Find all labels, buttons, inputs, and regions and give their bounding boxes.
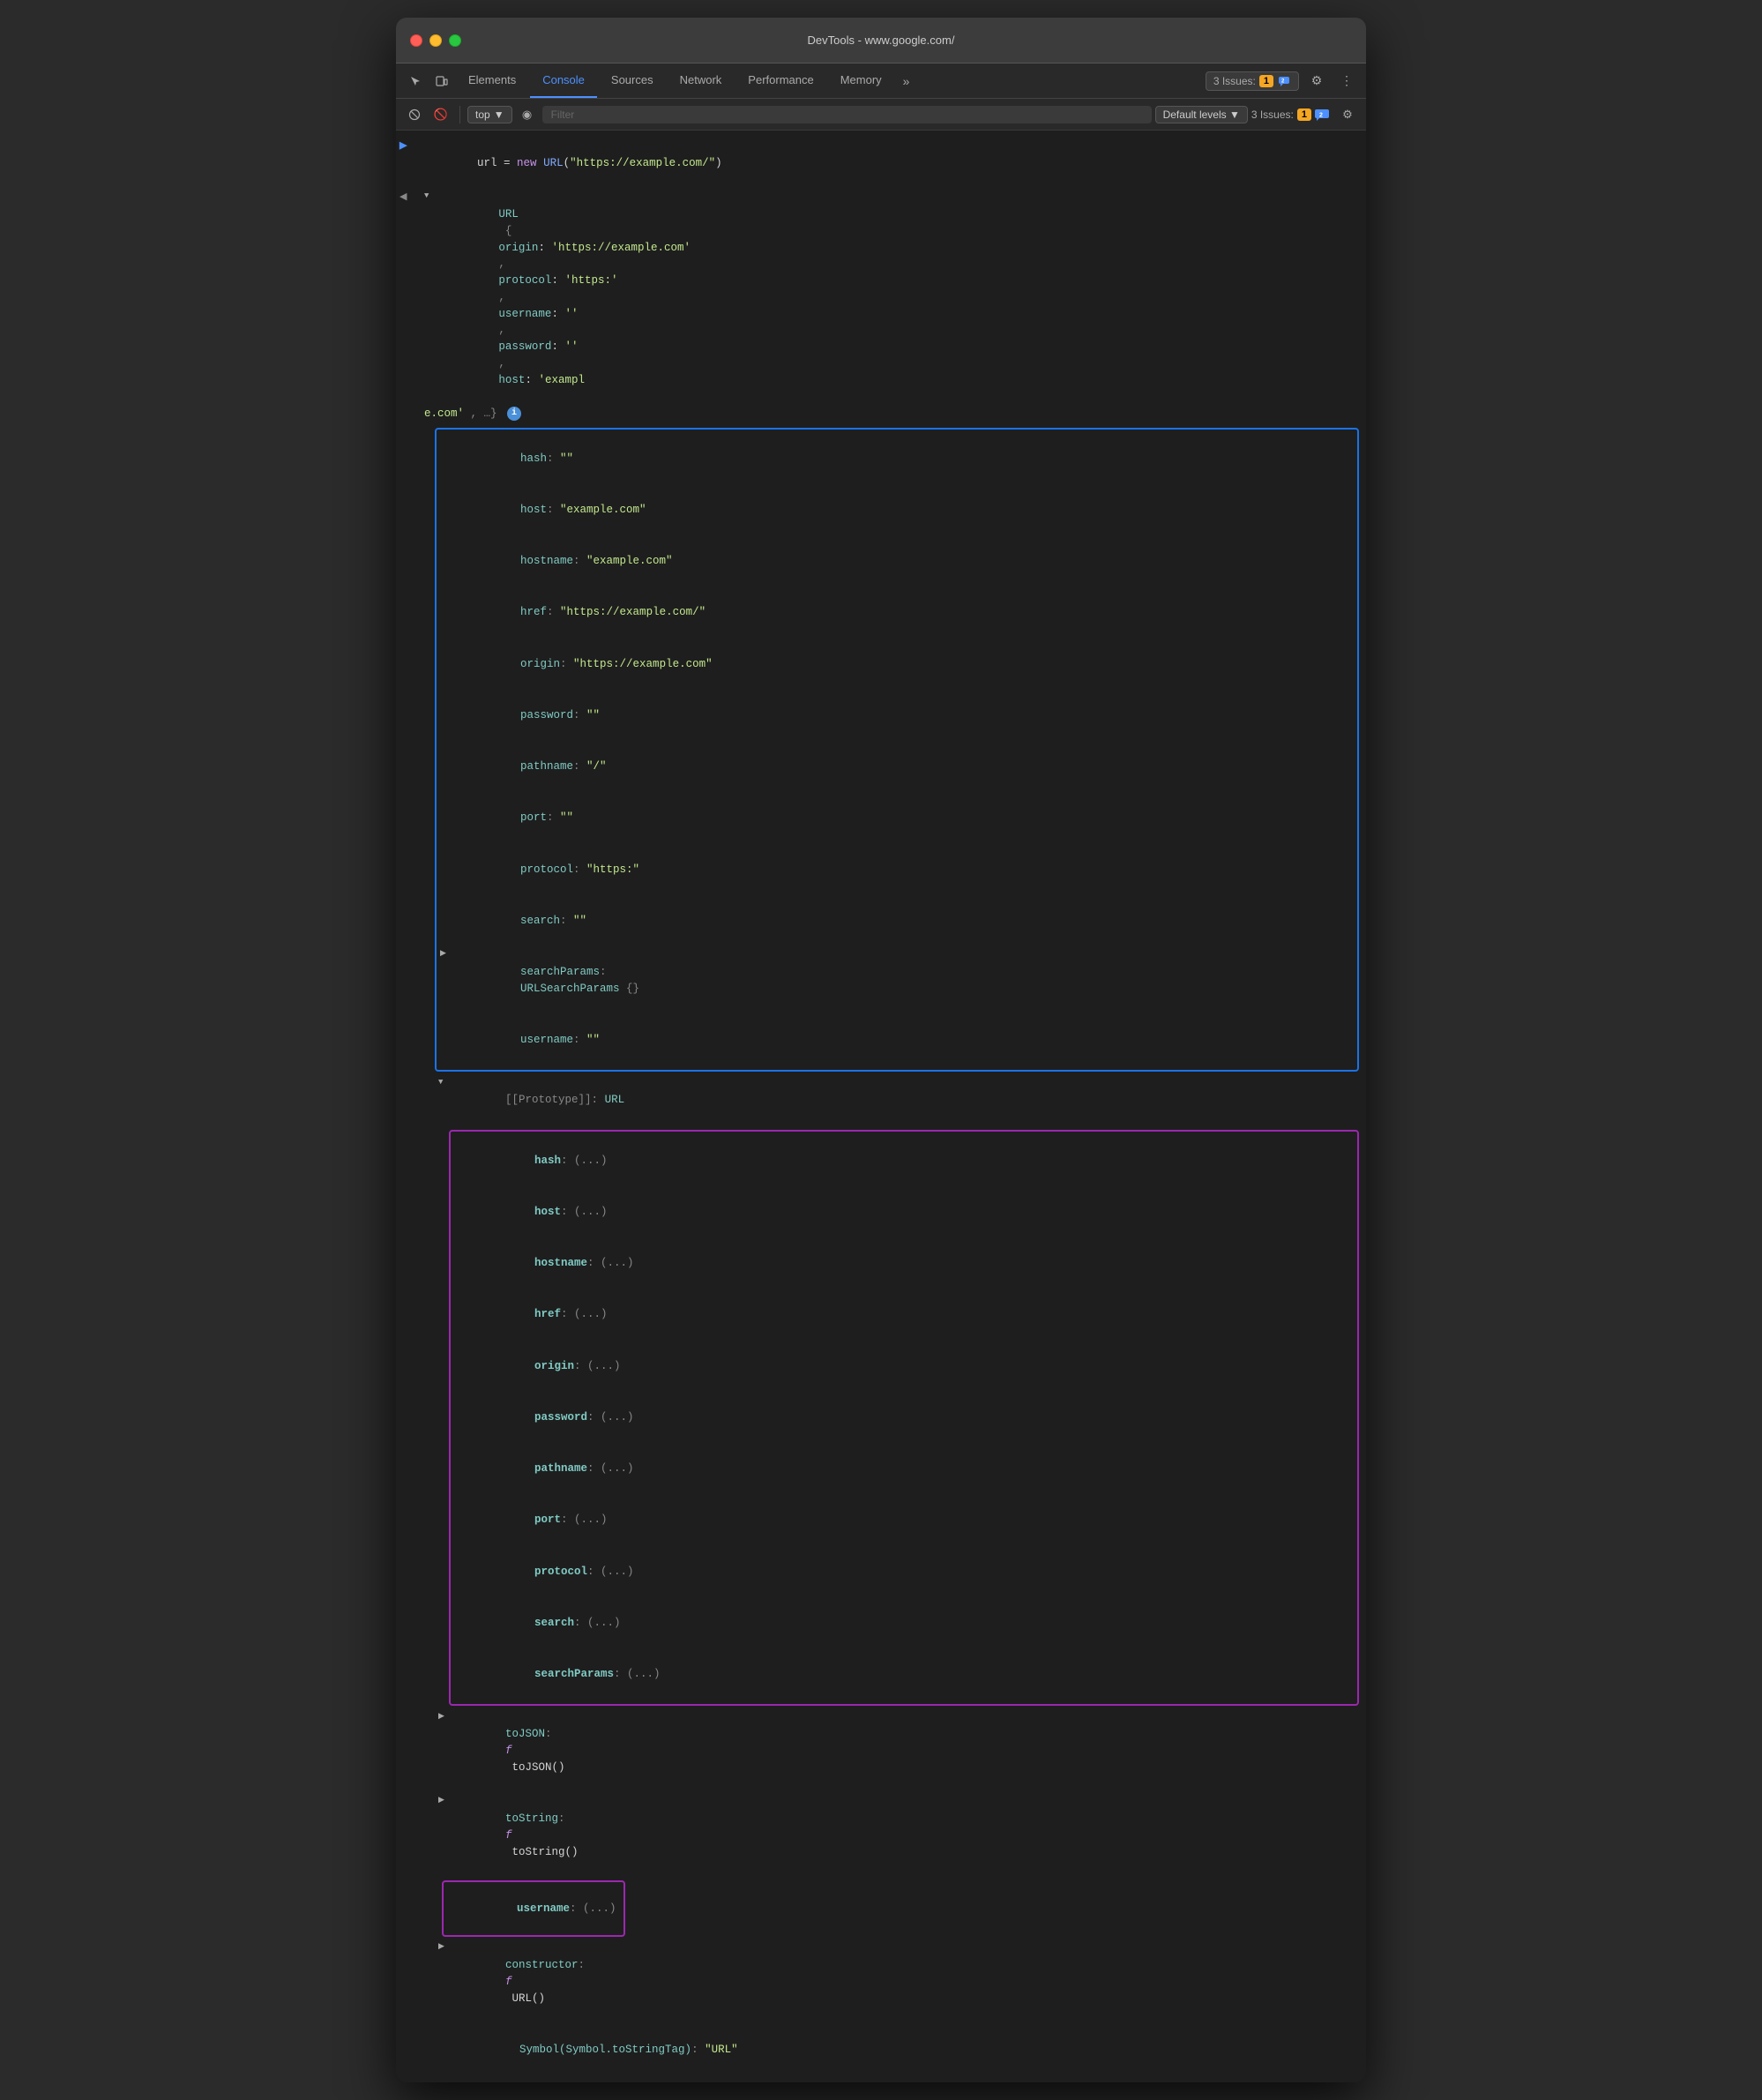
proto-search: search: (...) [451, 1597, 1357, 1648]
tab-console[interactable]: Console [530, 64, 597, 98]
console-area[interactable]: ▶ url = new URL("https://example.com/") … [396, 131, 1366, 2082]
proto-hash: hash: (...) [451, 1135, 1357, 1186]
constructor-line: ▶ constructor: f URL() [396, 1939, 1366, 2024]
console-toolbar: 🚫 top ▼ ◉ Default levels ▼ 3 Issues: 1 2… [396, 99, 1366, 131]
device-mode-icon[interactable] [429, 69, 454, 93]
clear-console-button[interactable] [403, 103, 426, 126]
prop-hash-text: hash: "" [454, 434, 1350, 483]
url-object-toggle[interactable]: ▼ [424, 191, 429, 200]
prototype-properties-box: hash: (...) host: (...) hostname: (...) [449, 1130, 1359, 1706]
prop-protocol: protocol: "https:" [437, 844, 1357, 895]
prop-username-instance: username: "" [437, 1014, 1357, 1065]
line-arrow-left: ◀ [399, 190, 424, 203]
issues-count: 3 Issues: 1 2 [1251, 108, 1333, 121]
username-proto-box: username: (...) [442, 1880, 625, 1937]
minimize-button[interactable] [429, 34, 442, 47]
tab-memory[interactable]: Memory [828, 64, 894, 98]
tojson-toggle[interactable]: ▶ [438, 1710, 452, 1721]
prop-port: port: "" [437, 793, 1357, 844]
block-requests-button[interactable]: 🚫 [429, 103, 452, 126]
window-title: DevTools - www.google.com/ [808, 34, 955, 47]
proto-hostname: hostname: (...) [451, 1237, 1357, 1289]
prop-pathname: pathname: "/" [437, 741, 1357, 792]
live-expression-button[interactable]: ◉ [516, 103, 539, 126]
instance-properties-box: hash: "" host: "example.com" hostname: "… [435, 428, 1359, 1072]
prop-hash: hash: "" [437, 433, 1357, 484]
tostring-line: ▶ toString: f toString() [396, 1793, 1366, 1878]
devtools-window: DevTools - www.google.com/ Elements Cons… [396, 18, 1366, 2082]
svg-text:2: 2 [1319, 112, 1323, 118]
info-icon[interactable]: i [507, 407, 521, 421]
tojson-line: ▶ toJSON: f toJSON() [396, 1709, 1366, 1794]
console-input-code: url = new URL("https://example.com/") [424, 138, 1359, 188]
chat-icon: 2 [1277, 74, 1291, 88]
url-object-summary: URL { origin: 'https://example.com' , pr… [432, 190, 1359, 405]
settings-icon[interactable]: ⚙ [1304, 69, 1329, 93]
proto-port: port: (...) [451, 1495, 1357, 1546]
prop-host: host: "example.com" [437, 484, 1357, 535]
proto-searchparams: searchParams: (...) [451, 1648, 1357, 1700]
tab-elements[interactable]: Elements [456, 64, 528, 98]
issues-chat-badge: 2 [1315, 108, 1333, 121]
tab-right-icons: 3 Issues: 1 2 ⚙ ⋮ [1206, 69, 1359, 93]
titlebar: DevTools - www.google.com/ [396, 18, 1366, 64]
prop-hostname: hostname: "example.com" [437, 535, 1357, 587]
searchparams-toggle[interactable]: ▶ [440, 947, 454, 958]
traffic-lights [410, 34, 461, 47]
prototype-line: ▼ [[Prototype]]: URL [396, 1075, 1366, 1126]
filter-input[interactable] [542, 106, 1152, 123]
issues-yellow-count: 1 [1297, 108, 1311, 121]
url-object-line2: e.com' , …} i [396, 406, 1366, 424]
username-proto-container: username: (...) [396, 1880, 1366, 1937]
proto-href: href: (...) [451, 1289, 1357, 1341]
constructor-toggle[interactable]: ▶ [438, 1940, 452, 1951]
url-object-line: ◀ ▼ URL { origin: 'https://example.com' … [396, 189, 1366, 406]
proto-password: password: (...) [451, 1392, 1357, 1443]
console-settings-button[interactable]: ⚙ [1336, 103, 1359, 126]
tab-network[interactable]: Network [668, 64, 735, 98]
prop-password: password: "" [437, 690, 1357, 741]
proto-protocol: protocol: (...) [451, 1546, 1357, 1597]
inspect-icon[interactable] [403, 69, 428, 93]
proto-host: host: (...) [451, 1186, 1357, 1237]
more-options-icon[interactable]: ⋮ [1334, 69, 1359, 93]
more-tabs-button[interactable]: » [896, 74, 917, 88]
close-button[interactable] [410, 34, 422, 47]
toolbar-separator-1 [459, 106, 460, 123]
context-dropdown[interactable]: top ▼ [467, 106, 512, 123]
issues-yellow-badge: 1 [1259, 75, 1273, 87]
proto-pathname: pathname: (...) [451, 1443, 1357, 1494]
tostring-toggle[interactable]: ▶ [438, 1794, 452, 1805]
issues-button[interactable]: 3 Issues: 1 2 [1206, 71, 1299, 91]
tab-performance[interactable]: Performance [735, 64, 825, 98]
prop-href: href: "https://example.com/" [437, 587, 1357, 639]
line-prompt: ▶ [399, 138, 424, 152]
prototype-toggle[interactable]: ▼ [438, 1076, 452, 1087]
symbol-line: Symbol(Symbol.toStringTag): "URL" [396, 2024, 1366, 2075]
dropdown-arrow: ▼ [494, 108, 504, 121]
console-input-line: ▶ url = new URL("https://example.com/") [396, 138, 1366, 189]
prop-searchparams: ▶ searchParams: URLSearchParams {} [437, 946, 1357, 1014]
prop-search: search: "" [437, 895, 1357, 946]
tab-sources[interactable]: Sources [599, 64, 666, 98]
levels-dropdown[interactable]: Default levels ▼ [1155, 106, 1248, 123]
prop-origin: origin: "https://example.com" [437, 639, 1357, 690]
username-proto-text: username: (...) [451, 1902, 616, 1932]
tabs-bar: Elements Console Sources Network Perform… [396, 64, 1366, 99]
maximize-button[interactable] [449, 34, 461, 47]
proto-origin: origin: (...) [451, 1341, 1357, 1392]
